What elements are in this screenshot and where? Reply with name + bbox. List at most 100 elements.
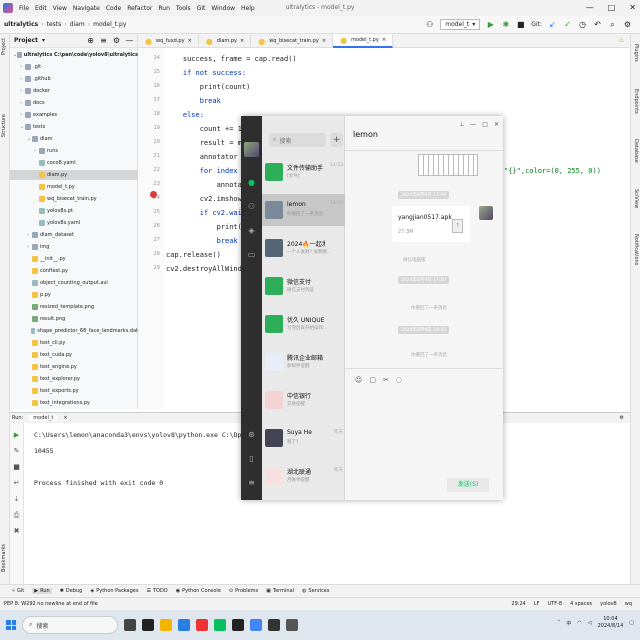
tree-file[interactable]: object_counting_output.avi <box>10 278 138 288</box>
menu-code[interactable]: Code <box>106 5 121 12</box>
tool-tab-project[interactable]: Project <box>1 38 7 55</box>
tree-file[interactable]: yolov8s.yaml <box>10 218 138 228</box>
tool-tab-database[interactable]: Database <box>633 139 639 163</box>
chat-history-icon[interactable]: ◌ <box>396 376 402 384</box>
folder-icon[interactable]: ▭ <box>247 250 256 259</box>
gear-icon[interactable]: ⚙ <box>620 415 624 421</box>
chevron-down-icon[interactable]: ▾ <box>42 37 45 44</box>
app-icon[interactable] <box>286 619 298 631</box>
tree-folder[interactable]: › docker <box>10 86 138 96</box>
wechat-app-icon[interactable] <box>214 619 226 631</box>
menu-run[interactable]: Run <box>158 5 170 12</box>
close-button[interactable]: ✕ <box>629 3 636 12</box>
tree-file[interactable]: model_t.py <box>10 182 138 192</box>
close-icon[interactable]: × <box>188 38 192 44</box>
tree-folder[interactable]: › img <box>10 242 138 252</box>
file-message[interactable]: yangjian0517.apk 27.3M ? <box>392 206 470 242</box>
run-config-select[interactable]: model_t ▾ <box>440 19 481 30</box>
chat-list-item[interactable]: 腾讯企业邮箱 新邮件提醒 <box>262 346 345 378</box>
menu-icon[interactable]: ≡ <box>247 478 256 487</box>
taskbar-search[interactable]: ⌕ 搜索 <box>22 616 118 634</box>
editor-tab-wq-fuxd[interactable]: ● wq_fuxd.py × <box>138 34 199 48</box>
app-icon[interactable] <box>196 619 208 631</box>
menu-file[interactable]: File <box>19 5 29 12</box>
tool-tab-debug[interactable]: ✱ Debug <box>60 588 83 594</box>
menu-git[interactable]: Git <box>197 5 206 12</box>
menu-edit[interactable]: Edit <box>35 5 47 12</box>
chat-list-item[interactable]: lemon 14:42 你撤回了一条消息 <box>262 194 345 226</box>
tree-folder[interactable]: › .github <box>10 74 138 84</box>
tool-tab-git[interactable]: ⑂ Git <box>12 588 24 594</box>
menu-navigate[interactable]: Navigate <box>73 5 100 12</box>
file-explorer-icon[interactable] <box>160 619 172 631</box>
avatar[interactable] <box>244 142 259 157</box>
line-separator[interactable]: LF <box>534 601 540 607</box>
collapse-icon[interactable]: ≡ <box>99 36 108 45</box>
tree-file[interactable]: result.png <box>10 314 138 324</box>
menu-tools[interactable]: Tools <box>176 5 191 12</box>
windows-start-icon[interactable] <box>6 620 16 630</box>
tree-file[interactable]: diam.py <box>10 170 138 180</box>
tree-file[interactable]: coco8.yaml <box>10 158 138 168</box>
warning-icon[interactable]: ⚠ <box>619 37 624 44</box>
tool-tab-terminal[interactable]: ▣ Terminal <box>266 588 294 594</box>
tool-tab-bookmarks[interactable]: Bookmarks <box>1 544 7 572</box>
tree-folder[interactable]: › diam_dataset <box>10 230 138 240</box>
scroll-end-icon[interactable]: ⇣ <box>12 495 21 504</box>
tree-folder[interactable]: ⌄ tests <box>10 122 138 132</box>
menu-view[interactable]: View <box>53 5 67 12</box>
scissors-icon[interactable]: ✂ <box>383 376 389 384</box>
app-icon[interactable] <box>268 619 280 631</box>
tree-file[interactable]: wq_bisecat_train.py <box>10 194 138 204</box>
chat-list-item[interactable]: 文件传输助手 14:53 [文件] <box>262 156 345 188</box>
tree-folder[interactable]: › docs <box>10 98 138 108</box>
tool-tab-structure[interactable]: Structure <box>1 114 7 137</box>
ime-icon[interactable]: 中 <box>566 620 571 627</box>
user-icon[interactable]: ⚇ <box>425 20 434 29</box>
avatar[interactable] <box>479 206 493 220</box>
interpreter[interactable]: yolov8 <box>600 601 617 607</box>
minimize-button[interactable]: — <box>470 121 476 128</box>
minimize-button[interactable]: — <box>586 3 594 12</box>
pycharm-app-icon[interactable] <box>142 619 154 631</box>
undo-icon[interactable]: ↶ <box>593 20 602 29</box>
edge-app-icon[interactable] <box>178 619 190 631</box>
chat-list-item[interactable]: 微信支付 微信支付凭证 <box>262 270 345 302</box>
volume-icon[interactable]: ◁ <box>588 620 592 626</box>
chrome-app-icon[interactable] <box>250 619 262 631</box>
tool-tab-notifications[interactable]: Notifications <box>633 234 639 265</box>
stop-icon[interactable]: ■ <box>12 463 21 472</box>
terminal-app-icon[interactable] <box>232 619 244 631</box>
maximize-button[interactable]: □ <box>482 121 488 128</box>
history-icon[interactable]: ◷ <box>578 20 587 29</box>
tool-tab-run[interactable]: ▶ Run <box>32 588 52 594</box>
tool-tab-python-console[interactable]: ◉ Python Console <box>176 588 221 594</box>
tree-folder[interactable]: › runs <box>10 146 138 156</box>
clock[interactable]: 10:04 2024/8/14 <box>598 616 624 630</box>
tree-file[interactable]: test_cuda.py <box>10 350 138 360</box>
status-message[interactable]: PEP 8: W292 no newline at end of file <box>4 601 98 607</box>
tree-file[interactable]: test_exports.py <box>10 386 138 396</box>
debug-icon[interactable]: ✱ <box>501 20 510 29</box>
project-panel-title[interactable]: Project <box>14 37 38 44</box>
chat-list-item[interactable]: 湖北联通 昨天 月账单提醒 <box>262 460 345 492</box>
close-icon[interactable]: × <box>322 38 326 44</box>
pin-button[interactable]: ⊥ <box>459 121 464 128</box>
menu-help[interactable]: Help <box>241 5 255 12</box>
wechat-search-input[interactable]: ⌕ 搜索 <box>269 133 326 147</box>
soft-wrap-icon[interactable]: ↵ <box>12 479 21 488</box>
close-icon[interactable]: × <box>240 38 244 44</box>
tree-file[interactable]: test_engine.py <box>10 362 138 372</box>
moments-icon[interactable]: ⊛ <box>247 430 256 439</box>
breadcrumb-project[interactable]: ultralytics <box>4 21 38 28</box>
indent-setting[interactable]: 4 spaces <box>570 601 592 607</box>
git-update-icon[interactable]: ↙ <box>548 20 557 29</box>
print-icon[interactable]: ⎙ <box>12 511 21 520</box>
favorites-icon[interactable]: ◈ <box>247 226 256 235</box>
editor-tab-wq-bisecat-train[interactable]: ● wq_bisecat_train.py × <box>251 34 334 48</box>
chevron-up-icon[interactable]: ˄ <box>558 620 561 626</box>
tree-file[interactable]: shape_predictor_68_face_landmarks.dat <box>10 326 138 336</box>
run-icon[interactable]: ▶ <box>486 20 495 29</box>
chat-list-item[interactable]: 优久 UNIQUE C... 写完后就开始操作... <box>262 308 345 340</box>
tree-file[interactable]: test_explorer.py <box>10 374 138 384</box>
